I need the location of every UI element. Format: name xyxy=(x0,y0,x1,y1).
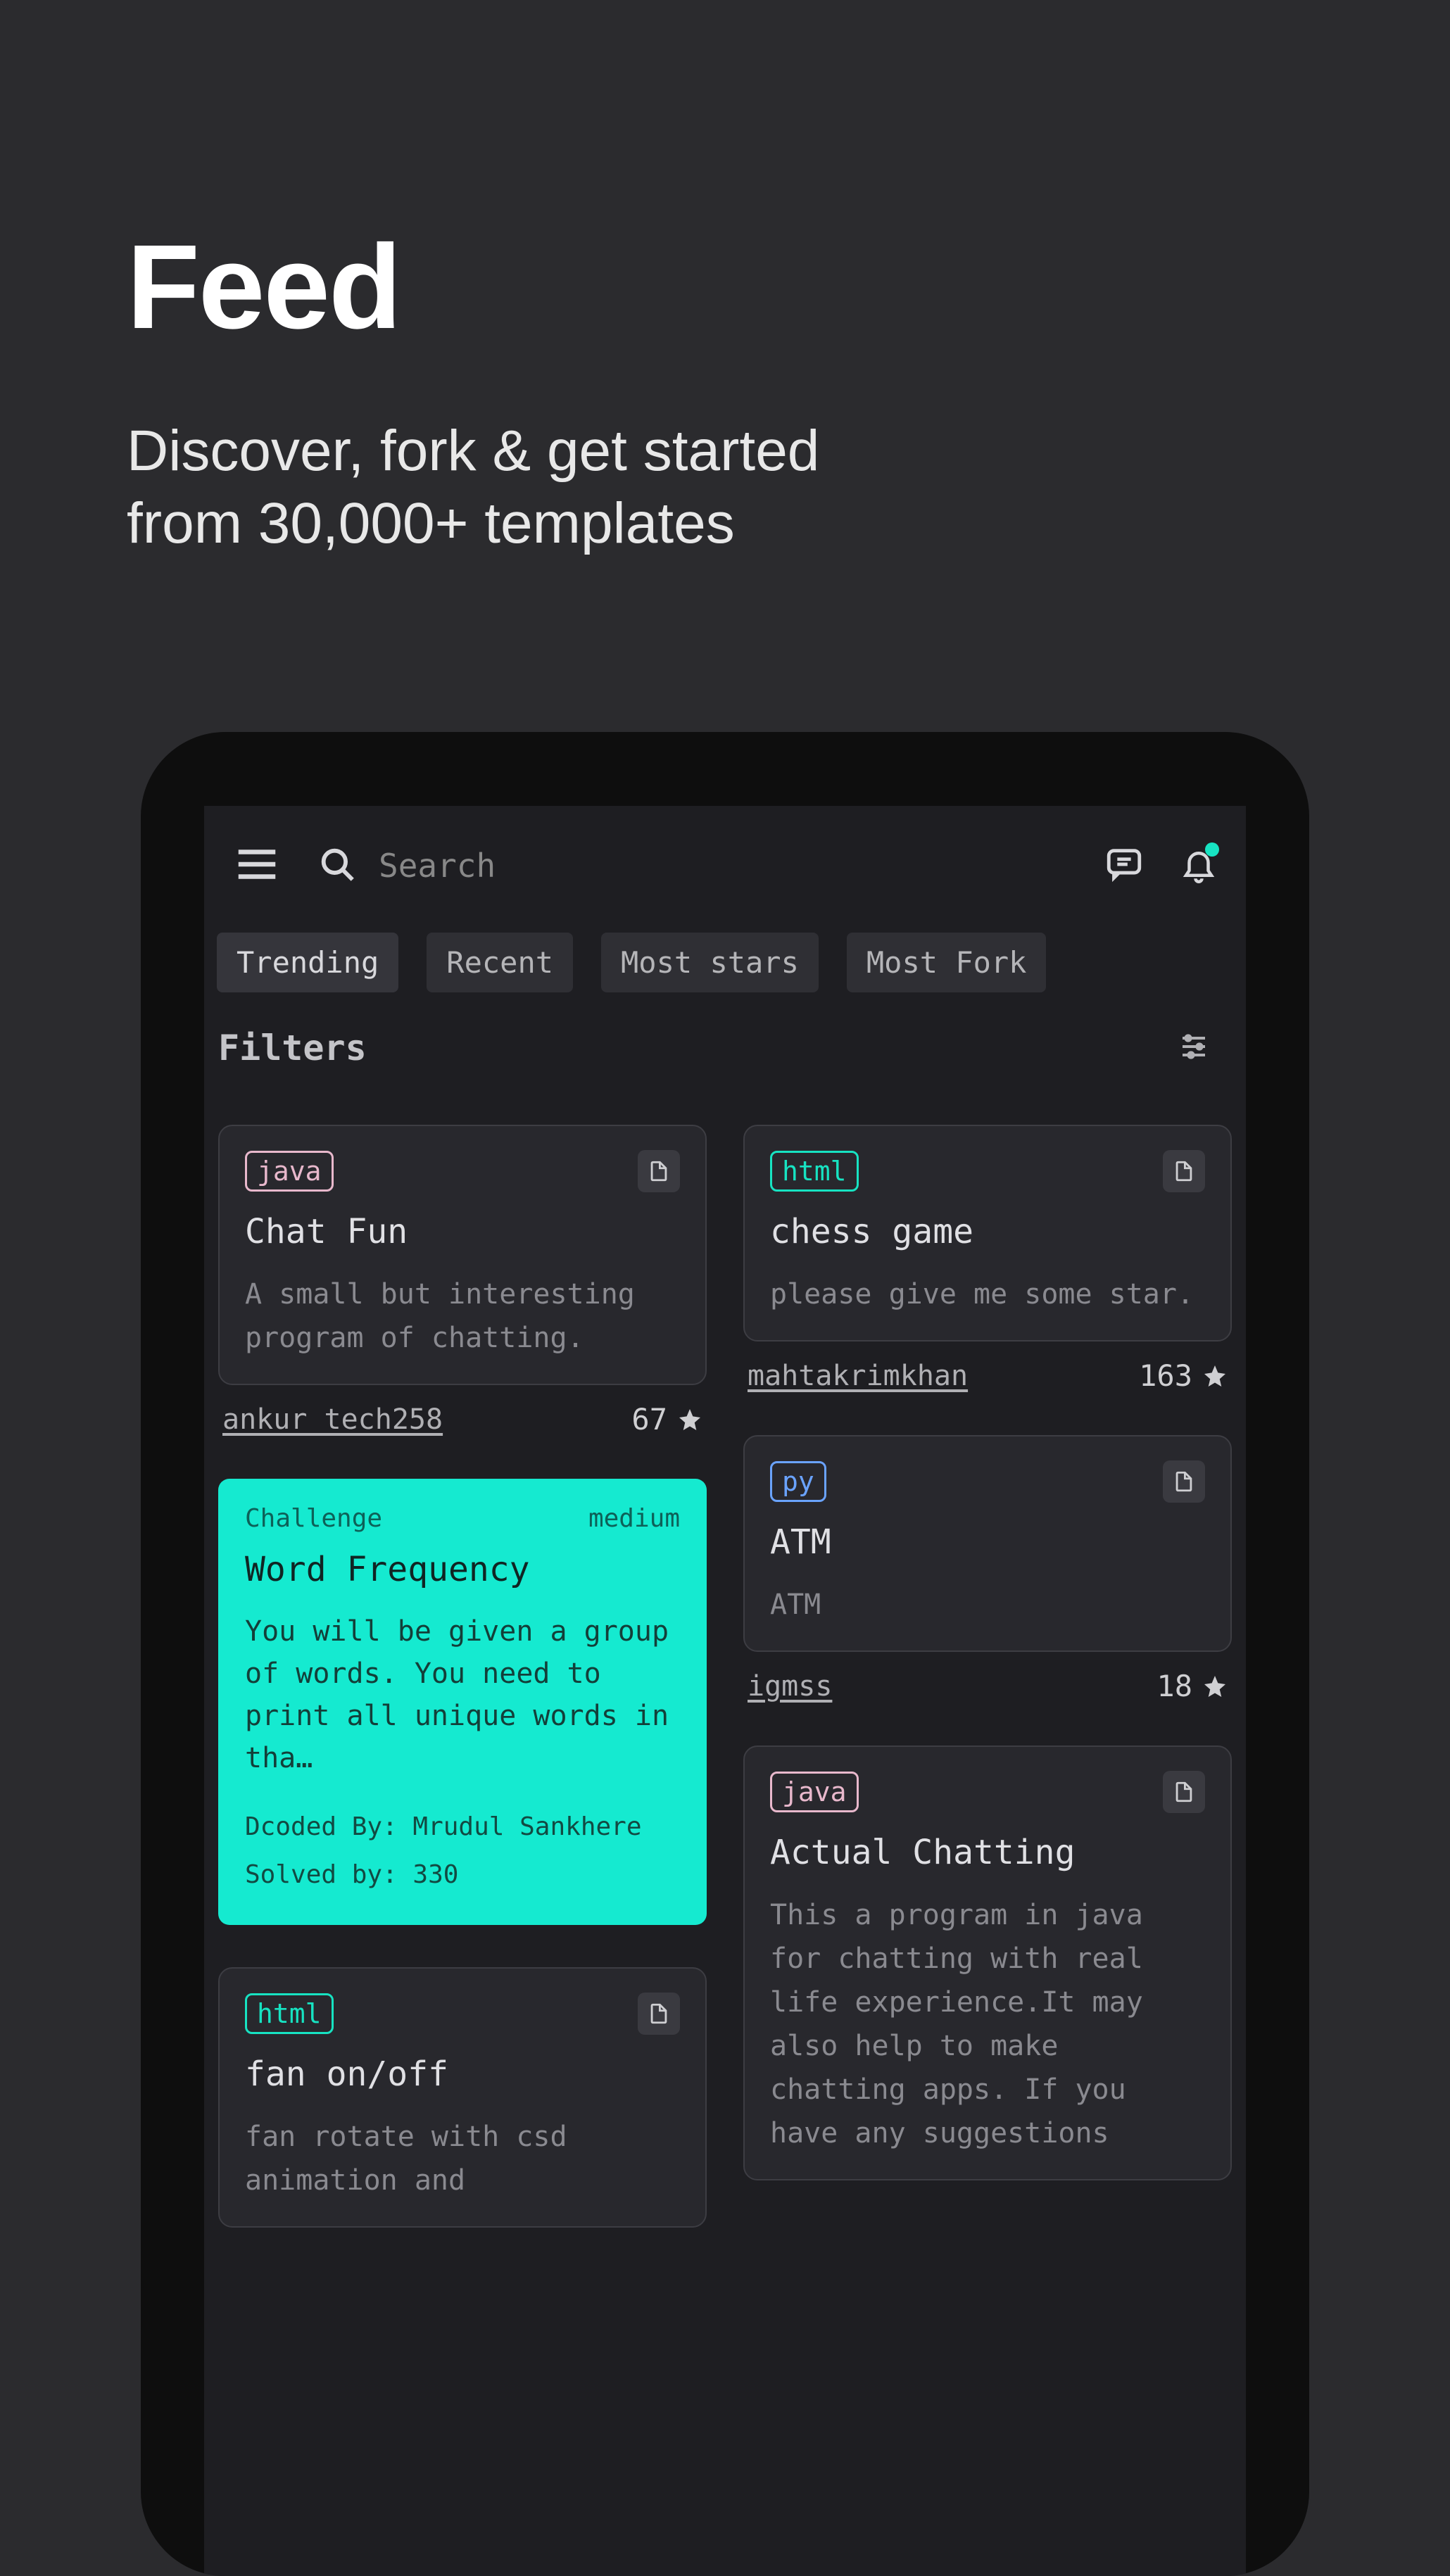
tab-most-stars[interactable]: Most stars xyxy=(601,933,819,992)
filter-options-icon[interactable] xyxy=(1177,1030,1211,1066)
star-icon xyxy=(1202,1674,1228,1699)
project-author[interactable]: igmss xyxy=(748,1670,832,1703)
chat-icon[interactable] xyxy=(1104,844,1145,888)
feed-item: java Actual Chatting This a program in j… xyxy=(743,1745,1232,2180)
project-author[interactable]: ankur_tech258 xyxy=(222,1403,443,1436)
tab-most-forked[interactable]: Most Fork xyxy=(847,933,1047,992)
tab-recent[interactable]: Recent xyxy=(427,933,573,992)
feed-item: html chess game please give me some star… xyxy=(743,1125,1232,1393)
language-badge: java xyxy=(245,1151,334,1192)
project-stars: 163 xyxy=(1139,1358,1228,1393)
page-subtitle: Discover, fork & get started from 30,000… xyxy=(127,415,819,560)
feed-grid: java Chat Fun A small but interesting pr… xyxy=(204,1097,1246,2228)
feed-item: py ATM ATM igmss 18 xyxy=(743,1435,1232,1703)
file-icon[interactable] xyxy=(638,1993,680,2035)
project-description: A small but interesting program of chatt… xyxy=(245,1273,680,1360)
language-badge: py xyxy=(770,1461,826,1502)
notifications-button[interactable] xyxy=(1180,845,1218,886)
bell-icon xyxy=(1180,873,1218,886)
challenge-dcoded-by: Dcoded By: Mrudul Sankhere xyxy=(245,1803,680,1851)
project-stars: 67 xyxy=(631,1402,702,1437)
language-badge: html xyxy=(770,1151,859,1192)
challenge-description: You will be given a group of words. You … xyxy=(245,1610,680,1779)
project-title: chess game xyxy=(770,1212,1205,1251)
top-bar xyxy=(204,806,1246,926)
stars-count: 18 xyxy=(1156,1669,1192,1703)
project-title: ATM xyxy=(770,1522,1205,1562)
project-card[interactable]: html fan on/off fan rotate with csd anim… xyxy=(218,1967,707,2228)
filters-row: Filters xyxy=(204,1006,1246,1097)
project-author[interactable]: mahtakrimkhan xyxy=(748,1360,968,1392)
star-icon xyxy=(677,1407,702,1432)
challenge-badge: Challenge xyxy=(245,1504,382,1533)
file-icon[interactable] xyxy=(1163,1150,1205,1192)
search-input[interactable] xyxy=(379,847,795,885)
language-badge: java xyxy=(770,1772,859,1812)
notification-dot xyxy=(1205,842,1219,857)
subtitle-line-1: Discover, fork & get started xyxy=(127,419,819,483)
feed-column-right: html chess game please give me some star… xyxy=(743,1125,1232,2228)
file-icon[interactable] xyxy=(1163,1460,1205,1503)
project-description: ATM xyxy=(770,1583,1205,1627)
star-icon xyxy=(1202,1363,1228,1389)
challenge-solved-by: Solved by: 330 xyxy=(245,1851,680,1899)
stars-count: 67 xyxy=(631,1402,667,1437)
search-icon xyxy=(317,844,358,888)
stars-count: 163 xyxy=(1139,1358,1192,1393)
phone-frame: Trending Recent Most stars Most Fork Fil… xyxy=(141,732,1309,2576)
tabs-row: Trending Recent Most stars Most Fork xyxy=(204,926,1246,1006)
project-description: fan rotate with csd animation and xyxy=(245,2115,680,2202)
page-title: Feed xyxy=(127,218,401,356)
project-card[interactable]: java Chat Fun A small but interesting pr… xyxy=(218,1125,707,1385)
feed-item: html fan on/off fan rotate with csd anim… xyxy=(218,1967,707,2228)
language-badge: html xyxy=(245,1993,334,2034)
project-card[interactable]: html chess game please give me some star… xyxy=(743,1125,1232,1341)
feed-column-left: java Chat Fun A small but interesting pr… xyxy=(218,1125,707,2228)
project-stars: 18 xyxy=(1156,1669,1228,1703)
project-card[interactable]: java Actual Chatting This a program in j… xyxy=(743,1745,1232,2180)
hamburger-menu-icon[interactable] xyxy=(232,840,282,892)
project-title: fan on/off xyxy=(245,2054,680,2094)
project-description: This a program in java for chatting with… xyxy=(770,1893,1205,2155)
search-field[interactable] xyxy=(317,844,1068,888)
project-description: please give me some star. xyxy=(770,1273,1205,1316)
challenge-difficulty: medium xyxy=(588,1504,680,1533)
subtitle-line-2: from 30,000+ templates xyxy=(127,491,735,555)
phone-screen: Trending Recent Most stars Most Fork Fil… xyxy=(204,806,1246,2576)
project-title: Actual Chatting xyxy=(770,1833,1205,1872)
project-card[interactable]: py ATM ATM xyxy=(743,1435,1232,1652)
challenge-title: Word Frequency xyxy=(245,1550,680,1589)
file-icon[interactable] xyxy=(638,1150,680,1192)
challenge-card[interactable]: Challenge medium Word Frequency You will… xyxy=(218,1479,707,1925)
feed-item: java Chat Fun A small but interesting pr… xyxy=(218,1125,707,1437)
file-icon[interactable] xyxy=(1163,1771,1205,1813)
filters-label: Filters xyxy=(218,1028,367,1068)
tab-trending[interactable]: Trending xyxy=(217,933,398,992)
project-title: Chat Fun xyxy=(245,1212,680,1251)
